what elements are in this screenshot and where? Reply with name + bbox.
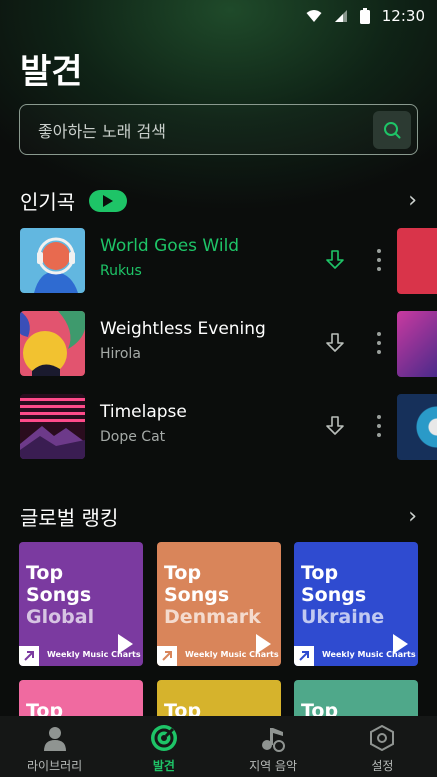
more-options-icon[interactable] [376,249,382,271]
card-line3: Global [26,606,95,628]
nav-item-settings[interactable]: 설정 [328,716,437,777]
track-cover-image [20,394,85,459]
search-icon [384,122,401,139]
search-button[interactable] [373,111,411,149]
nav-label: 라이브러리 [27,759,83,773]
popular-section-header: 인기곡 › [20,186,417,215]
card-line1: Top [26,562,64,584]
card-line3: Denmark [164,606,261,628]
card-line2: Songs [301,584,367,606]
download-icon[interactable] [323,248,347,272]
bottom-navigation: 라이브러리 발견 지역 음악 설정 [0,716,437,777]
track-artist: Hirola [100,346,141,362]
card-line2: Songs [26,584,92,606]
track-artist: Dope Cat [100,429,166,445]
track-row[interactable]: Weightless Evening Hirola [20,311,437,377]
battery-icon [359,8,370,24]
chart-card[interactable]: Top Songs Global Weekly Music Charts [19,542,143,666]
track-artist: Rukus [100,263,142,279]
play-icon[interactable] [118,634,133,654]
next-card-peek[interactable] [397,228,437,294]
next-card-peek[interactable] [397,311,437,377]
card-line1: Top [301,562,339,584]
page-title: 발견 [20,52,83,92]
music-note-icon [259,724,287,752]
next-card-peek[interactable] [397,394,437,460]
search-input[interactable]: 좋아하는 노래 검색 [19,104,418,155]
nav-item-discover[interactable]: 발견 [109,716,218,777]
ranking-section-title: 글로벌 랭킹 [20,506,119,530]
status-time: 12:30 [381,7,425,25]
play-icon [103,194,114,207]
chart-card[interactable]: Top Songs Denmark Weekly Music Charts [157,542,281,666]
play-icon[interactable] [256,634,271,654]
arrow-up-right-icon [157,646,177,666]
popular-see-all-chevron-icon[interactable]: › [408,189,417,212]
nav-item-local-music[interactable]: 지역 음악 [219,716,328,777]
track-row[interactable]: World Goes Wild Rukus [20,228,437,294]
ranking-section-header: 글로벌 랭킹 › [20,502,417,531]
track-title: Timelapse [100,402,187,422]
search-placeholder: 좋아하는 노래 검색 [38,121,166,141]
track-cover-image [20,228,85,293]
play-icon[interactable] [393,634,408,654]
download-icon[interactable] [323,414,347,438]
ranking-see-all-chevron-icon[interactable]: › [408,505,417,528]
track-row[interactable]: Timelapse Dope Cat [20,394,437,460]
discover-icon [150,724,178,752]
nav-item-library[interactable]: 라이브러리 [0,716,109,777]
wifi-icon [306,10,322,22]
nav-label: 발견 [152,759,175,773]
more-options-icon[interactable] [376,415,382,437]
track-title: Weightless Evening [100,319,266,339]
more-options-icon[interactable] [376,332,382,354]
track-title: World Goes Wild [100,236,240,256]
card-line1: Top [164,562,202,584]
chart-card[interactable]: Top Songs Ukraine Weekly Music Charts [294,542,418,666]
card-line2: Songs [164,584,230,606]
chart-card[interactable]: Top [294,680,418,720]
settings-hexagon-icon [368,724,396,752]
card-line3: Ukraine [301,606,385,628]
signal-icon [334,10,347,22]
person-icon [41,724,69,752]
arrow-up-right-icon [19,646,39,666]
track-cover-image [20,311,85,376]
popular-section-title: 인기곡 [20,190,76,214]
chart-card[interactable]: Top [157,680,281,720]
play-all-button[interactable] [89,189,128,212]
chart-card[interactable]: Top [19,680,143,720]
nav-label: 설정 [371,759,394,773]
arrow-up-right-icon [294,646,314,666]
status-bar: 12:30 [0,0,437,32]
download-icon[interactable] [323,331,347,355]
nav-label: 지역 음악 [249,759,298,773]
